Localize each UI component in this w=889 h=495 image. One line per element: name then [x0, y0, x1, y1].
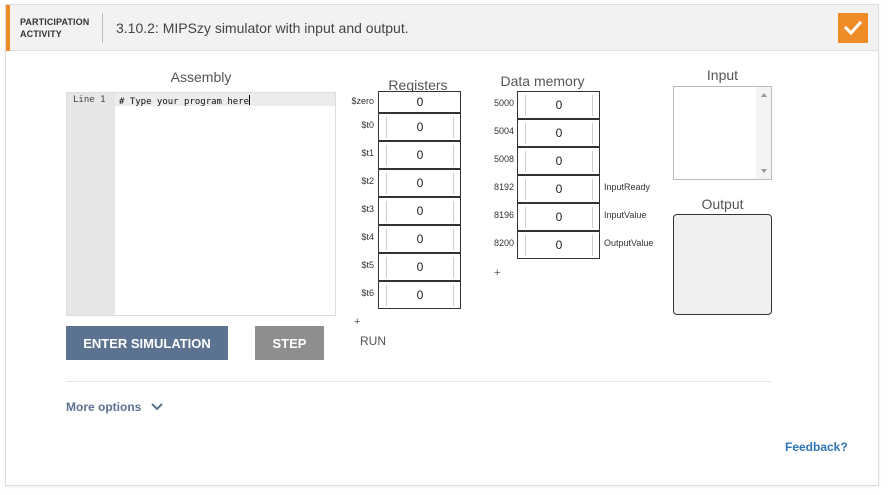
register-name: $t5 [361, 260, 374, 270]
register-value: 0 [386, 145, 454, 166]
register-name: $t3 [361, 204, 374, 214]
output-title: Output [701, 196, 744, 212]
memory-value: 0 [525, 179, 593, 200]
data-memory-title: Data memory [500, 73, 585, 89]
run-button[interactable]: RUN [360, 334, 386, 348]
memory-address: 5000 [493, 98, 514, 108]
register-value: 0 [386, 201, 454, 222]
header-divider [102, 13, 103, 43]
memory-value-box: 0 [517, 91, 600, 119]
memory-value-box: 0 [517, 147, 600, 175]
section-divider [66, 381, 772, 382]
completion-badge [838, 13, 868, 43]
register-name: $t6 [361, 288, 374, 298]
register-value-box: 0 [378, 141, 461, 169]
memory-value-box: 0 [517, 203, 600, 231]
more-options-toggle[interactable]: More options [66, 400, 164, 414]
register-name: $t0 [361, 120, 374, 130]
register-value-box: 0 [378, 169, 461, 197]
memory-address: 8196 [493, 210, 514, 220]
add-register-button[interactable]: + [354, 316, 360, 328]
line-number: Line 1 [73, 95, 106, 105]
memory-value-box: 0 [517, 231, 600, 259]
step-button[interactable]: STEP [255, 326, 324, 360]
register-value-box: 0 [378, 91, 461, 113]
register-value: 0 [386, 285, 454, 306]
memory-address: 5004 [493, 126, 514, 136]
code-line[interactable]: # Type your program here [119, 95, 251, 107]
register-name: $t4 [361, 232, 374, 242]
activity-header: PARTICIPATION ACTIVITY 3.10.2: MIPSzy si… [6, 5, 878, 51]
memory-address: 8200 [493, 238, 514, 248]
memory-value: 0 [525, 151, 593, 172]
assembly-editor[interactable]: Line 1 # Type your program here [66, 92, 336, 316]
register-value: 0 [416, 95, 424, 109]
register-value: 0 [386, 173, 454, 194]
register-value-box: 0 [378, 113, 461, 141]
memory-value: 0 [525, 207, 593, 228]
memory-value-box: 0 [517, 175, 600, 203]
header-accent-bar [6, 5, 10, 51]
input-title: Input [706, 67, 739, 83]
assembly-title: Assembly [170, 69, 232, 85]
activity-type-label: PARTICIPATION ACTIVITY [20, 17, 90, 39]
activity-title: 3.10.2: MIPSzy simulator with input and … [116, 20, 409, 36]
scroll-down-icon[interactable] [761, 169, 767, 173]
memory-address: 8192 [493, 182, 514, 192]
memory-note-output-value: OutputValue [604, 238, 654, 248]
register-value-box: 0 [378, 253, 461, 281]
register-value-box: 0 [378, 281, 461, 309]
add-memory-button[interactable]: + [494, 267, 500, 279]
memory-value: 0 [525, 235, 593, 256]
feedback-link[interactable]: Feedback? [785, 440, 848, 454]
enter-simulation-button[interactable]: ENTER SIMULATION [66, 326, 228, 360]
more-options-label: More options [66, 400, 142, 414]
memory-note-input-ready: InputReady [604, 182, 651, 192]
memory-note-input-value: InputValue [604, 210, 647, 220]
register-name: $t1 [361, 148, 374, 158]
output-display [673, 214, 772, 315]
scroll-up-icon[interactable] [761, 93, 767, 97]
register-value-box: 0 [378, 225, 461, 253]
register-name: $zero [351, 96, 374, 106]
memory-value: 0 [525, 123, 593, 144]
register-value: 0 [386, 229, 454, 250]
memory-address: 5008 [493, 154, 514, 164]
register-value: 0 [386, 117, 454, 138]
register-name: $t2 [361, 176, 374, 186]
memory-value: 0 [525, 95, 593, 116]
input-scrollbar[interactable] [756, 87, 771, 179]
editor-gutter: Line 1 [67, 93, 115, 315]
memory-value-box: 0 [517, 119, 600, 147]
register-value-box: 0 [378, 197, 461, 225]
chevron-down-icon [151, 403, 164, 411]
input-textarea[interactable] [673, 86, 772, 180]
text-caret [249, 95, 251, 105]
check-icon [843, 20, 863, 36]
register-value: 0 [386, 257, 454, 278]
